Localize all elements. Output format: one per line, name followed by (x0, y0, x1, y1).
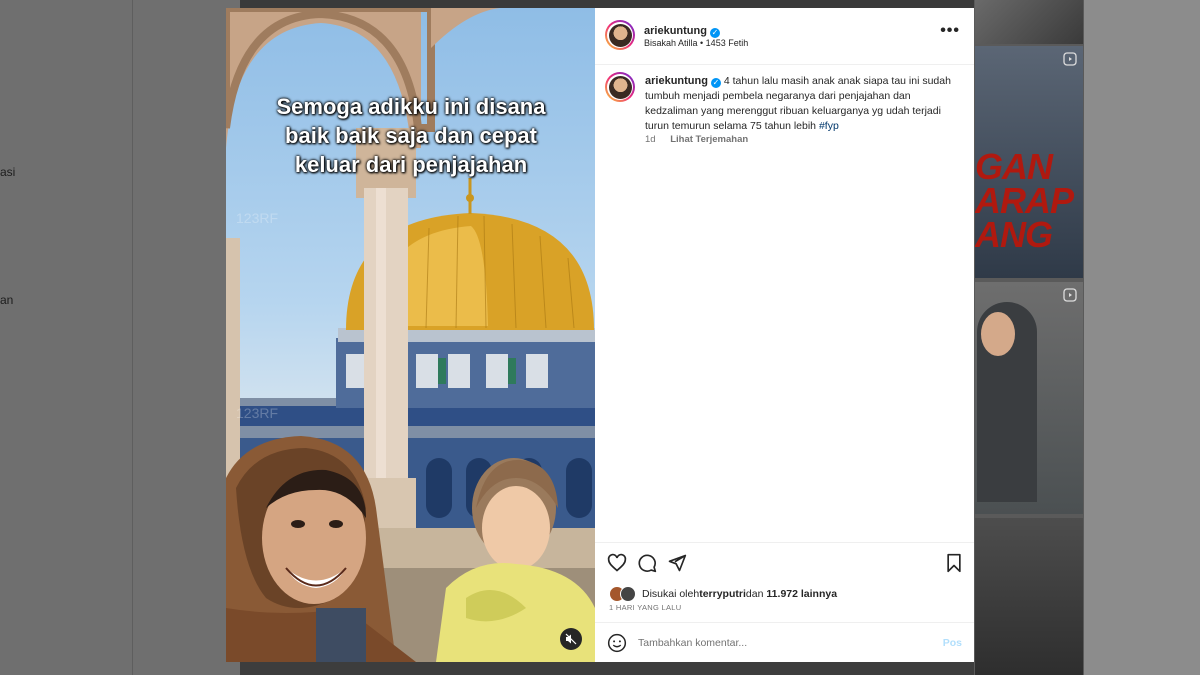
hashtag-link[interactable]: #fyp (819, 120, 839, 132)
reel-icon (1063, 288, 1077, 302)
post-media[interactable]: 123RF 123RF Semoga adikku ini disana bai… (226, 8, 595, 662)
verified-badge-icon: ✓ (709, 28, 720, 38)
grid-thumbnail[interactable] (975, 518, 1083, 675)
comment-icon[interactable] (637, 553, 657, 573)
action-bar (595, 542, 974, 583)
background-right (1084, 0, 1200, 675)
caption-line: keluar dari penjajahan (294, 152, 528, 177)
username-link[interactable]: ariekuntung (644, 25, 707, 37)
caption-line: Semoga adikku ini disana (276, 94, 546, 119)
grid-thumbnail[interactable] (975, 282, 1083, 514)
heart-icon[interactable] (607, 553, 627, 573)
mute-button[interactable] (560, 628, 582, 650)
comment-input[interactable]: Tambahkan komentar... (638, 637, 747, 649)
speaker-muted-icon (565, 633, 577, 645)
post-date: 1 HARI YANG LALU (609, 603, 682, 612)
thumbnail-face (981, 312, 1015, 356)
caption-avatar[interactable] (605, 72, 635, 102)
share-icon[interactable] (667, 553, 687, 573)
liker-username-link[interactable]: terryputri (699, 588, 746, 600)
verified-badge-icon: ✓ (710, 78, 721, 88)
background-bottom (240, 662, 974, 675)
header-user: ariekuntung ✓ (644, 21, 720, 39)
comment-bar: Tambahkan komentar... Pos (595, 622, 974, 663)
post-comment-button[interactable]: Pos (943, 637, 962, 649)
caption-line: baik baik saja dan cepat (285, 123, 537, 148)
caption-username-link[interactable]: ariekuntung (645, 75, 708, 87)
svg-text:123RF: 123RF (236, 405, 278, 421)
background-text-fragment: an (0, 293, 14, 307)
background-text-fragment: asi (0, 165, 16, 179)
post-caption: ariekuntung ✓ 4 tahun lalu masih anak ana… (645, 74, 955, 134)
caption-age: 1d (645, 134, 656, 145)
liker-avatar (620, 586, 636, 602)
audio-label[interactable]: Bisakah Atilla • 1453 Fetih (644, 38, 748, 48)
background-top (240, 0, 974, 8)
background-left: asi an (0, 0, 240, 675)
post-panel: ariekuntung ✓ Bisakah Atilla • 1453 Fetih… (595, 8, 974, 662)
likes-count-link[interactable]: 11.972 lainnya (766, 588, 837, 600)
emoji-icon[interactable] (607, 633, 627, 653)
background-divider (132, 0, 133, 675)
caption-meta: 1d Lihat Terjemahan (645, 134, 760, 145)
reel-icon (1063, 52, 1077, 66)
avatar[interactable] (605, 20, 635, 50)
more-options-icon[interactable]: ••• (940, 22, 960, 40)
translate-link[interactable]: Lihat Terjemahan (670, 134, 748, 145)
grid-thumbnail[interactable]: GAN ARAP ANG (975, 46, 1083, 278)
bookmark-icon[interactable] (944, 553, 964, 573)
media-caption: Semoga adikku ini disana baik baik saja … (246, 92, 576, 179)
likes-summary: Disukai oleh terryputri dan 11.972 lainn… (609, 586, 837, 602)
grid-thumbnail[interactable] (975, 0, 1083, 44)
likes-middle: dan (745, 588, 764, 600)
post-header: ariekuntung ✓ Bisakah Atilla • 1453 Fetih… (595, 8, 974, 65)
likes-prefix: Disukai oleh (642, 588, 700, 600)
svg-text:123RF: 123RF (236, 210, 278, 226)
thumbnail-text: ANG (975, 214, 1053, 255)
